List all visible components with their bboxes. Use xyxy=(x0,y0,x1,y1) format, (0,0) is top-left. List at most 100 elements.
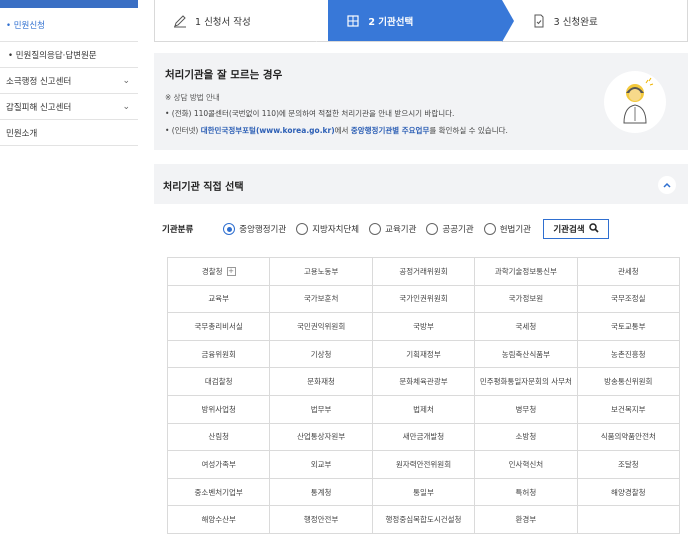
radio-public[interactable]: 공공기관 xyxy=(426,223,474,235)
agency-cell[interactable]: 행정안전부 xyxy=(270,506,373,534)
radio-label: 지방자치단체 xyxy=(312,225,360,235)
agency-cell[interactable]: 국무조정실 xyxy=(577,285,680,314)
agency-cell[interactable]: 교육부 xyxy=(168,285,271,314)
radio-circle[interactable] xyxy=(483,223,496,235)
agency-cell[interactable]: 새만금개발청 xyxy=(372,423,476,452)
direct-select-header[interactable]: 처리기관 직접 선택 xyxy=(154,164,688,204)
agency-cell[interactable]: 법제처 xyxy=(372,395,476,424)
counselor-illustration xyxy=(604,71,666,133)
sidebar-item-passive-admin[interactable]: 소극행정 신고센터 ⌄ xyxy=(0,68,138,94)
agency-label: 국무조정실 xyxy=(611,294,646,304)
agency-cell[interactable]: 통계청 xyxy=(270,478,373,507)
agency-cell[interactable]: 해양경찰청 xyxy=(577,478,680,507)
sidebar: • 민원신청 • 민원질의응답·답변원문 소극행정 신고센터 ⌄ 갑질피해 신고… xyxy=(0,0,138,547)
agency-cell[interactable]: 농촌진흥청 xyxy=(577,340,680,369)
agency-cell[interactable]: 관세청 xyxy=(577,258,680,286)
info-text: 를 확인하실 수 있습니다. xyxy=(429,126,508,135)
agency-label: 환경부 xyxy=(515,515,537,525)
agency-cell[interactable]: 인사혁신처 xyxy=(475,451,578,479)
agency-cell[interactable]: 국방부 xyxy=(372,313,476,341)
agency-label: 특허청 xyxy=(515,487,537,497)
agency-cell[interactable]: 보건복지부 xyxy=(577,395,680,424)
agency-cell[interactable]: 산림청 xyxy=(168,423,271,452)
agency-label: 교육부 xyxy=(208,294,230,304)
korea-portal-link[interactable]: 대한민국정부포털(www.korea.go.kr) xyxy=(201,126,335,135)
radio-circle[interactable] xyxy=(296,223,309,235)
agency-cell[interactable]: 여성가족부 xyxy=(168,451,271,479)
agency-label: 소방청 xyxy=(515,432,537,442)
radio-circle[interactable] xyxy=(426,223,439,235)
agency-cell[interactable]: 국세청 xyxy=(475,313,578,341)
radio-local[interactable]: 지방자치단체 xyxy=(296,223,359,235)
radio-label: 중앙행정기관 xyxy=(239,225,287,235)
agency-search-button[interactable]: 기관검색 xyxy=(542,219,609,239)
agency-label: 법무부 xyxy=(310,404,332,414)
agency-label: 식품의약품안전처 xyxy=(600,432,656,442)
filter-label: 기관분류 xyxy=(162,225,194,235)
section-title: 처리기관 직접 선택 xyxy=(163,182,244,193)
radio-circle[interactable] xyxy=(223,223,236,235)
sidebar-item-minwon-apply[interactable]: • 민원신청 xyxy=(0,8,138,42)
radio-education[interactable]: 교육기관 xyxy=(369,223,416,235)
agency-cell[interactable]: 국가정보원 xyxy=(475,285,578,314)
agency-tasks-link[interactable]: 중앙행정기관별 주요업무 xyxy=(351,126,430,135)
agency-cell[interactable]: 문화체육관광부 xyxy=(372,368,476,396)
agency-cell[interactable]: 농림축산식품부 xyxy=(475,340,578,369)
agency-cell[interactable]: 민주평화통일자문회의 사무처 xyxy=(475,368,578,396)
pencil-icon xyxy=(173,14,187,28)
agency-cell[interactable]: 방위사업청 xyxy=(168,395,271,424)
radio-constitutional[interactable]: 헌법기관 xyxy=(483,223,531,235)
agency-cell[interactable]: 경찰청 + xyxy=(168,258,271,286)
agency-cell[interactable]: 산업통상자원부 xyxy=(270,423,373,452)
agency-cell[interactable]: 법무부 xyxy=(270,395,373,424)
agency-cell[interactable]: 국민권익위원회 xyxy=(270,313,373,341)
agency-cell[interactable]: 기상청 xyxy=(270,340,373,369)
sidebar-item-label: 민원소개 xyxy=(6,128,38,139)
agency-cell[interactable]: 식품의약품안전처 xyxy=(577,423,680,452)
agency-label: 기획재정부 xyxy=(406,349,441,359)
agency-cell[interactable]: 과학기술정보통신부 xyxy=(475,258,578,286)
agency-cell[interactable]: 소방청 xyxy=(475,423,578,452)
agency-cell[interactable]: 행정중심복합도시건설청 xyxy=(372,506,476,534)
agency-cell[interactable]: 공정거래위원회 xyxy=(372,258,476,286)
agency-cell[interactable]: 통일부 xyxy=(372,478,476,507)
agency-label: 국토교통부 xyxy=(611,321,646,331)
sidebar-item-gapjil[interactable]: 갑질피해 신고센터 ⌄ xyxy=(0,94,138,120)
sidebar-item-qna[interactable]: • 민원질의응답·답변원문 xyxy=(0,42,138,68)
agency-cell[interactable]: 환경부 xyxy=(475,506,578,534)
agency-cell[interactable]: 대검찰청 xyxy=(168,368,271,396)
agency-cell[interactable]: 특허청 xyxy=(475,478,578,507)
radio-label: 공공기관 xyxy=(442,225,474,235)
sidebar-item-label: • 민원신청 xyxy=(6,20,45,31)
info-text: 에서 xyxy=(334,126,351,135)
agency-cell[interactable]: 문화재청 xyxy=(270,368,373,396)
agency-cell[interactable]: 기획재정부 xyxy=(372,340,476,369)
agency-cell[interactable]: 외교부 xyxy=(270,451,373,479)
expand-plus-icon[interactable]: + xyxy=(226,266,236,276)
agency-cell[interactable]: 고용노동부 xyxy=(270,258,373,286)
agency-cell[interactable]: 방송통신위원회 xyxy=(577,368,680,396)
agency-cell[interactable]: 금융위원회 xyxy=(168,340,271,369)
sidebar-item-intro[interactable]: 민원소개 xyxy=(0,120,138,146)
agency-label: 국방부 xyxy=(413,321,434,331)
radio-circle[interactable] xyxy=(369,223,382,235)
agency-cell[interactable]: 국가인권위원회 xyxy=(372,285,476,314)
agency-grid: 경찰청 + 고용노동부 공정거래위원회 과학기술정보통신부 관세청 교육부 국가보훈처 국가인권… xyxy=(167,257,680,534)
radio-central[interactable]: 중앙행정기관 xyxy=(223,223,286,235)
agency-label: 국가정보원 xyxy=(508,294,544,304)
chevron-down-icon: ⌄ xyxy=(122,75,130,86)
step-2: 2 기관선택 xyxy=(328,0,515,42)
step-label: 2 기관선택 xyxy=(368,16,414,28)
agency-label: 문화재청 xyxy=(307,377,335,387)
chevron-up-icon[interactable] xyxy=(658,176,676,194)
agency-cell[interactable]: 중소벤처기업부 xyxy=(168,478,271,507)
agency-cell[interactable]: 국가보훈처 xyxy=(270,285,373,314)
agency-cell[interactable]: 국무총리비서실 xyxy=(168,313,271,341)
agency-cell[interactable]: 조달청 xyxy=(577,451,680,479)
agency-cell[interactable]: 국토교통부 xyxy=(577,313,680,341)
agency-cell[interactable]: 해양수산부 xyxy=(168,506,271,534)
agency-label: 경찰청 xyxy=(201,266,223,276)
agency-cell[interactable]: 병무청 xyxy=(475,395,578,424)
info-panel: 처리기관을 잘 모르는 경우 ※ 상담 방법 안내 • (전화) 110콜센터(… xyxy=(154,53,688,150)
agency-cell[interactable]: 원자력안전위원회 xyxy=(372,451,476,479)
